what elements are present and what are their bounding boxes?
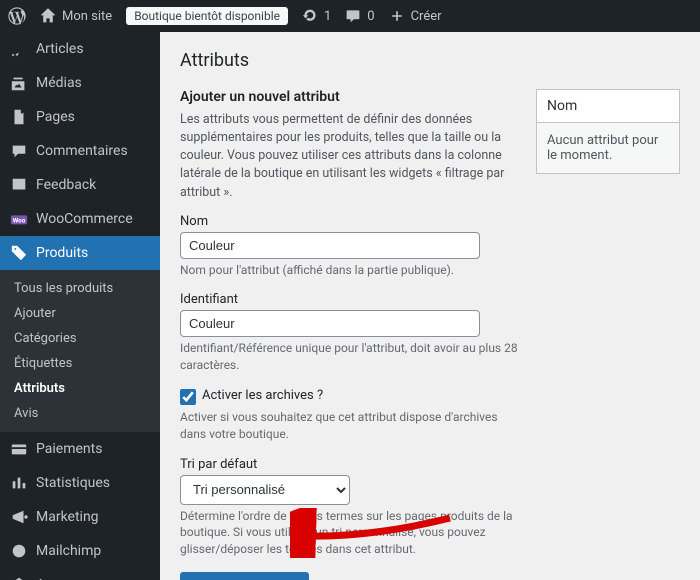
submenu-item-tags[interactable]: Étiquettes [0,351,160,376]
submenu-item-attributes[interactable]: Attributs [0,376,160,401]
sidebar-item-comments[interactable]: Commentaires [0,134,160,168]
attributes-table: Nom Aucun attribut pour le moment. [536,89,680,580]
submenu-item-add[interactable]: Ajouter [0,301,160,326]
create-item[interactable]: Créer [389,8,442,24]
slug-label: Identifiant [180,292,520,307]
sidebar-item-paiements[interactable]: Paiements [0,432,160,466]
sidebar-item-label: WooCommerce [36,211,133,227]
add-attribute-form: Ajouter un nouvel attribut Les attributs… [180,89,520,580]
table-header-name: Nom [536,89,680,122]
refresh-count: 1 [324,9,331,24]
comment-count: 0 [367,9,374,24]
slug-input[interactable] [180,310,480,337]
sidebar-item-pages[interactable]: Pages [0,100,160,134]
sidebar-item-label: Paiements [36,441,102,457]
sidebar-item-woocommerce[interactable]: Woo WooCommerce [0,202,160,236]
sidebar-item-label: Articles [36,41,84,57]
sidebar-item-apparence[interactable]: Apparence [0,568,160,580]
sort-hint: Détermine l'ordre de tri des termes sur … [180,508,520,558]
form-intro: Les attributs vous permettent de définir… [180,111,520,202]
form-title: Ajouter un nouvel attribut [180,89,520,105]
create-label: Créer [411,9,442,24]
main-content: Attributs Ajouter un nouvel attribut Les… [160,32,700,580]
sidebar-item-label: Marketing [36,509,99,525]
comments-item[interactable]: 0 [345,8,374,24]
site-name-label: Mon site [62,9,112,24]
submenu-item-reviews[interactable]: Avis [0,401,160,426]
admin-toolbar: Mon site Boutique bientôt disponible 1 0… [0,0,700,32]
sidebar-item-label: Statistiques [36,475,110,491]
page-title: Attributs [180,50,680,71]
slug-hint: Identifiant/Référence unique pour l'attr… [180,340,520,374]
name-input[interactable] [180,232,480,259]
archive-checkbox[interactable] [180,389,196,405]
svg-text:Woo: Woo [13,217,26,225]
submenu-item-all[interactable]: Tous les produits [0,276,160,301]
sidebar-item-articles[interactable]: Articles [0,32,160,66]
table-empty-message: Aucun attribut pour le moment. [536,122,680,174]
archive-label: Activer les archives ? [202,388,323,403]
submit-button[interactable]: Ajouter un attribut [180,572,309,580]
sidebar-item-label: Commentaires [36,143,128,159]
sidebar-item-produits[interactable]: Produits [0,236,160,270]
name-hint: Nom pour l'attribut (affiché dans la par… [180,262,520,279]
wp-logo[interactable] [8,7,26,25]
sidebar-item-label: Feedback [36,177,96,193]
sidebar-item-marketing[interactable]: Marketing [0,500,160,534]
sidebar-item-label: Pages [36,109,75,125]
site-home[interactable]: Mon site [40,8,112,24]
submenu-item-categories[interactable]: Catégories [0,326,160,351]
sort-label: Tri par défaut [180,457,520,472]
admin-sidebar: Articles Médias Pages Commentaires Feedb… [0,32,160,580]
sidebar-item-label: Produits [36,245,88,261]
store-status-badge[interactable]: Boutique bientôt disponible [126,7,288,25]
admin-wrap: Articles Médias Pages Commentaires Feedb… [0,32,700,580]
sidebar-item-mailchimp[interactable]: Mailchimp [0,534,160,568]
name-label: Nom [180,214,520,229]
sidebar-item-stats[interactable]: Statistiques [0,466,160,500]
store-status-label: Boutique bientôt disponible [126,7,288,25]
sidebar-item-feedback[interactable]: Feedback [0,168,160,202]
sidebar-item-media[interactable]: Médias [0,66,160,100]
sort-select[interactable]: Tri personnalisé [180,475,350,505]
sidebar-submenu-produits: Tous les produits Ajouter Catégories Éti… [0,270,160,432]
sidebar-item-label: Mailchimp [36,543,101,559]
sidebar-item-label: Médias [36,75,82,91]
archive-hint: Activer si vous souhaitez que cet attrib… [180,409,520,443]
refresh-item[interactable]: 1 [302,8,331,24]
